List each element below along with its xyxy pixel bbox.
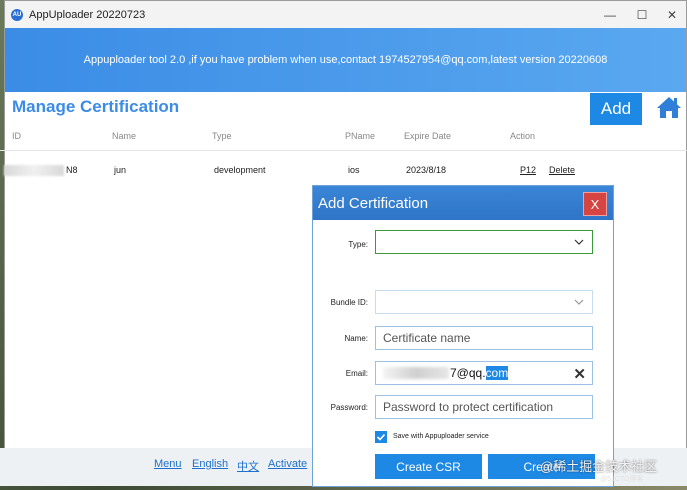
add-certification-dialog: Add Certification X Type: Bundle ID: Nam… xyxy=(312,185,614,487)
home-icon[interactable] xyxy=(656,95,682,119)
footer-chinese-link[interactable]: 中文 xyxy=(237,458,259,474)
watermark: @稀土掘金技术社区 xyxy=(540,459,658,474)
footer-menu-link[interactable]: Menu xyxy=(154,458,182,470)
name-label: Name: xyxy=(344,334,368,343)
maximize-button[interactable]: ☐ xyxy=(627,1,657,28)
column-pname: PName xyxy=(345,131,376,141)
cell-type: development xyxy=(214,165,266,175)
window-close-button[interactable]: ✕ xyxy=(657,1,687,28)
column-type: Type xyxy=(212,131,232,141)
minimize-button[interactable]: — xyxy=(595,1,625,28)
create-csr-button[interactable]: Create CSR xyxy=(375,454,482,479)
dialog-close-button[interactable]: X xyxy=(583,192,607,216)
delete-link[interactable]: Delete xyxy=(549,165,575,175)
password-placeholder: Password to protect certification xyxy=(383,400,554,414)
save-checkbox[interactable] xyxy=(375,431,387,443)
chevron-down-icon xyxy=(574,239,584,245)
column-action: Action xyxy=(510,131,536,141)
info-banner: Appuploader tool 2.0 ,if you have proble… xyxy=(5,28,686,92)
add-button[interactable]: Add xyxy=(590,93,642,125)
save-checkbox-label: Save with Appuploader service xyxy=(393,433,489,440)
dialog-title-bar: Add Certification X xyxy=(313,186,613,220)
window-title: AppUploader 20220723 xyxy=(29,8,146,21)
redacted-email xyxy=(383,367,449,379)
clear-icon[interactable]: ✕ xyxy=(573,365,586,383)
email-label: Email: xyxy=(345,369,368,378)
type-label: Type: xyxy=(348,240,368,249)
email-selected-text: com xyxy=(485,366,509,380)
dialog-title: Add Certification xyxy=(318,194,429,212)
type-select[interactable] xyxy=(375,230,593,254)
redacted-id xyxy=(4,165,64,176)
title-bar: AU AppUploader 20220723 — ☐ ✕ xyxy=(5,1,686,28)
p12-link[interactable]: P12 xyxy=(520,165,536,175)
cell-pname: ios xyxy=(348,165,360,175)
certificate-name-input[interactable]: Certificate name xyxy=(375,326,593,350)
cell-name: jun xyxy=(114,165,127,175)
bundle-id-select[interactable] xyxy=(375,290,593,314)
watermark-sub: @51CTO博客 xyxy=(600,476,644,483)
column-expire-date: Expire Date xyxy=(404,131,452,141)
column-name: Name xyxy=(112,131,137,141)
page-title: Manage Certification xyxy=(12,97,180,116)
app-logo-icon: AU xyxy=(11,8,23,21)
password-label: Password: xyxy=(330,403,368,412)
bundle-id-label: Bundle ID: xyxy=(330,298,368,307)
cell-id: N8 xyxy=(66,165,78,175)
footer-activate-link[interactable]: Activate xyxy=(268,458,307,470)
column-id: ID xyxy=(12,131,21,141)
email-visible-text: 7@qq. xyxy=(450,366,486,380)
name-placeholder: Certificate name xyxy=(383,331,471,345)
page-header: Manage Certification Add xyxy=(5,92,686,150)
footer-english-link[interactable]: English xyxy=(192,458,228,470)
chevron-down-icon xyxy=(574,299,584,305)
email-input[interactable]: 7@qq. com ✕ xyxy=(375,361,593,385)
cell-expire: 2023/8/18 xyxy=(406,165,447,175)
banner-text: Appuploader tool 2.0 ,if you have proble… xyxy=(83,54,608,66)
check-icon xyxy=(376,433,386,441)
header-divider xyxy=(0,150,687,151)
password-input[interactable]: Password to protect certification xyxy=(375,395,593,419)
